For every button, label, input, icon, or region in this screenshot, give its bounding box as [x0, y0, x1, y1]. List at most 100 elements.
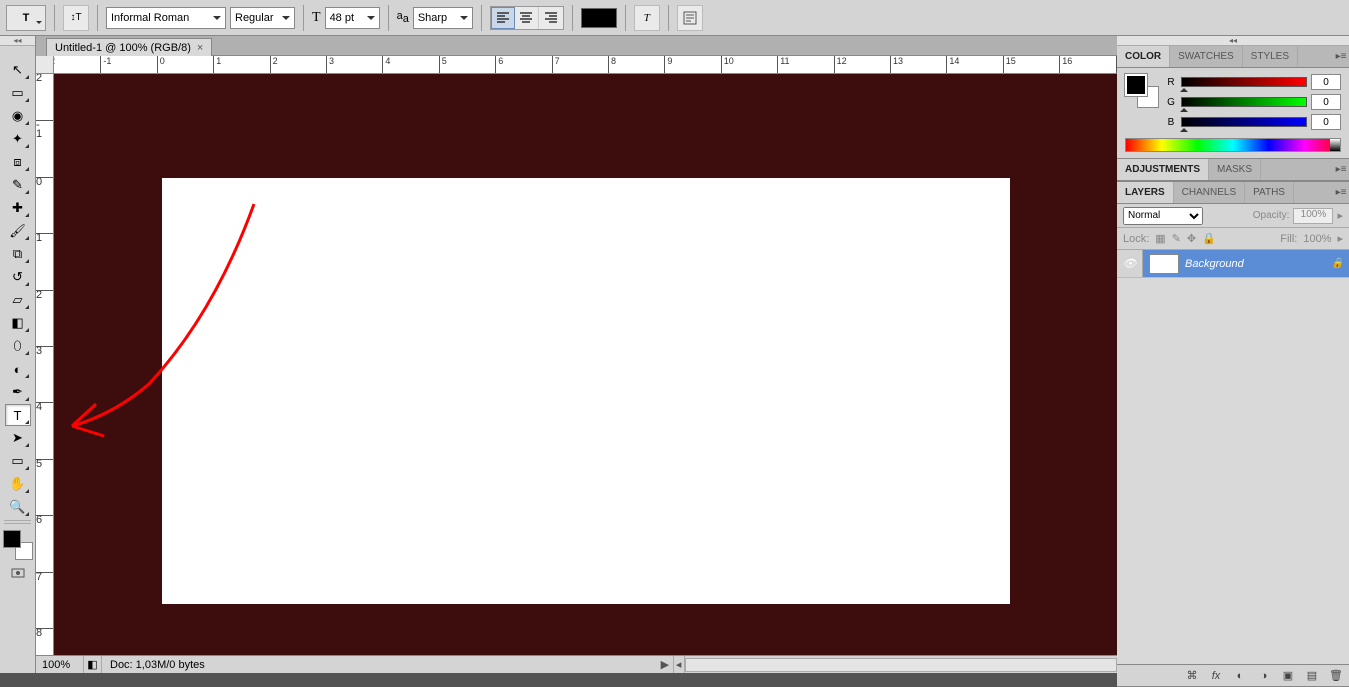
opacity-value[interactable]: 100%	[1293, 208, 1333, 224]
layers-panel-menu[interactable]: ▸≡	[1333, 182, 1349, 203]
clone-stamp-tool[interactable]: ⧉	[5, 243, 31, 265]
tab-masks[interactable]: MASKS	[1209, 159, 1261, 180]
lock-all-icon[interactable]: 🔒	[1202, 232, 1216, 245]
layer-lock-icon: 🔒	[1331, 258, 1349, 269]
shape-tool[interactable]: ▭	[5, 450, 31, 472]
quick-mask-toggle[interactable]	[5, 562, 31, 584]
status-menu-arrow[interactable]: ▶	[661, 658, 673, 671]
slider-b[interactable]	[1181, 117, 1307, 127]
wand-tool[interactable]: ✦	[5, 128, 31, 150]
add-mask-button[interactable]: ◐	[1231, 668, 1249, 684]
channel-label-r: R	[1165, 77, 1177, 88]
tools-collapse-handle[interactable]: ◂◂	[0, 36, 35, 46]
tab-swatches[interactable]: SWATCHES	[1170, 46, 1243, 67]
zoom-tool[interactable]: 🔍	[5, 496, 31, 518]
ruler-origin[interactable]	[36, 56, 54, 74]
channel-label-g: G	[1165, 97, 1177, 108]
crop-tool[interactable]: ⧈	[5, 151, 31, 173]
healing-brush-tool[interactable]: ✚	[5, 197, 31, 219]
layer-fx-button[interactable]: fx	[1207, 668, 1225, 684]
blend-mode-dropdown[interactable]: Normal	[1123, 207, 1203, 225]
pen-tool[interactable]: ✒	[5, 381, 31, 403]
status-bar: 100% ◧ Doc: 1,03M/0 bytes ▶ ◂	[36, 655, 1117, 673]
lasso-tool[interactable]: ◉	[5, 105, 31, 127]
color-panel-menu[interactable]: ▸≡	[1333, 46, 1349, 67]
lock-position-icon[interactable]: ✥	[1187, 232, 1196, 245]
right-panel-dock: ◂◂ COLOR SWATCHES STYLES ▸≡ RGB ADJUSTME…	[1117, 36, 1349, 687]
tab-paths[interactable]: PATHS	[1245, 182, 1294, 203]
toggle-text-orientation-button[interactable]: ↕T	[63, 5, 89, 31]
panels-collapse-handle[interactable]: ◂◂	[1117, 36, 1349, 46]
type-tool-glyph: T	[23, 12, 30, 24]
new-layer-button[interactable]: ▤	[1303, 668, 1321, 684]
lock-pixels-icon[interactable]: ✎	[1172, 232, 1181, 245]
font-family-dropdown[interactable]: Informal Roman	[106, 7, 226, 29]
document-info[interactable]: Doc: 1,03M/0 bytes	[102, 659, 661, 671]
hand-tool[interactable]: ✋	[5, 473, 31, 495]
font-size-dropdown[interactable]	[325, 7, 380, 29]
artboard[interactable]	[162, 178, 1010, 604]
status-preview-icon[interactable]: ◧	[84, 656, 102, 673]
layer-thumbnail[interactable]	[1149, 254, 1179, 274]
align-center-button[interactable]	[515, 7, 539, 29]
layer-row[interactable]: 👁 Background🔒	[1117, 250, 1349, 278]
tool-preset-picker[interactable]: T	[6, 5, 46, 31]
horizontal-ruler[interactable]: -2-1012345678910111213141516171819202122…	[54, 56, 1117, 74]
color-spectrum[interactable]	[1125, 138, 1341, 152]
gradient-tool[interactable]: ◧	[5, 312, 31, 334]
new-adjustment-layer-button[interactable]: ◑	[1255, 668, 1273, 684]
canvas-viewport[interactable]: -2-1012345678910111213141516171819202122…	[36, 56, 1117, 655]
blur-tool[interactable]: ⬯	[5, 335, 31, 357]
lock-transparency-icon[interactable]: ▦	[1155, 232, 1165, 245]
history-brush-tool[interactable]: ↺	[5, 266, 31, 288]
slider-r[interactable]	[1181, 77, 1307, 87]
tab-layers[interactable]: LAYERS	[1117, 182, 1174, 203]
document-tabs: Untitled-1 @ 100% (RGB/8) ×	[36, 36, 1117, 56]
zoom-level[interactable]: 100%	[36, 656, 84, 673]
layer-name[interactable]: Background	[1185, 258, 1331, 270]
close-tab-button[interactable]: ×	[197, 42, 203, 54]
panel-foreground-swatch[interactable]	[1125, 74, 1147, 96]
lock-label: Lock:	[1123, 233, 1149, 245]
adjustments-panel-menu[interactable]: ▸≡	[1333, 159, 1349, 180]
color-swatches[interactable]	[3, 530, 33, 560]
layer-visibility-toggle[interactable]: 👁	[1117, 250, 1143, 277]
delete-layer-button[interactable]: 🗑	[1327, 668, 1345, 684]
scroll-left-button[interactable]: ◂	[673, 656, 685, 673]
brush-tool[interactable]: 🖌	[5, 220, 31, 242]
tab-adjustments[interactable]: ADJUSTMENTS	[1117, 159, 1209, 180]
link-layers-button[interactable]: ⌘	[1183, 668, 1201, 684]
font-size-icon: T	[312, 10, 321, 26]
dodge-tool[interactable]: ◐	[5, 358, 31, 380]
new-group-button[interactable]: ▣	[1279, 668, 1297, 684]
tab-color[interactable]: COLOR	[1117, 46, 1170, 67]
tab-channels[interactable]: CHANNELS	[1174, 182, 1245, 203]
align-left-button[interactable]	[491, 7, 515, 29]
tab-styles[interactable]: STYLES	[1243, 46, 1298, 67]
font-style-dropdown[interactable]: Regular	[230, 7, 295, 29]
eraser-tool[interactable]: ▱	[5, 289, 31, 311]
warp-text-button[interactable]: T	[634, 5, 660, 31]
horizontal-scrollbar[interactable]	[685, 658, 1117, 672]
marquee-tool[interactable]: ▭	[5, 82, 31, 104]
move-tool[interactable]: ↖	[5, 59, 31, 81]
font-size-input[interactable]	[330, 12, 365, 24]
layers-panel: LAYERS CHANNELS PATHS ▸≡ Normal Opacity:…	[1117, 182, 1349, 687]
foreground-color-swatch[interactable]	[3, 530, 21, 548]
channel-value-b[interactable]	[1311, 114, 1341, 130]
align-right-button[interactable]	[539, 7, 563, 29]
fill-value[interactable]: 100%	[1303, 233, 1331, 245]
document-tab[interactable]: Untitled-1 @ 100% (RGB/8) ×	[46, 38, 212, 56]
type-tool[interactable]: T	[5, 404, 31, 426]
channel-label-b: B	[1165, 117, 1177, 128]
vertical-ruler[interactable]: - 2- 101234567891 01 11 21 31 41 51 61 7…	[36, 74, 54, 655]
anti-alias-dropdown[interactable]: Sharp	[413, 7, 473, 29]
path-selection-tool[interactable]: ➤	[5, 427, 31, 449]
layers-list[interactable]: 👁 Background🔒	[1117, 250, 1349, 664]
slider-g[interactable]	[1181, 97, 1307, 107]
character-panel-toggle-button[interactable]	[677, 5, 703, 31]
eyedropper-tool[interactable]: ✎	[5, 174, 31, 196]
text-color-swatch[interactable]	[581, 8, 617, 28]
channel-value-g[interactable]	[1311, 94, 1341, 110]
channel-value-r[interactable]	[1311, 74, 1341, 90]
